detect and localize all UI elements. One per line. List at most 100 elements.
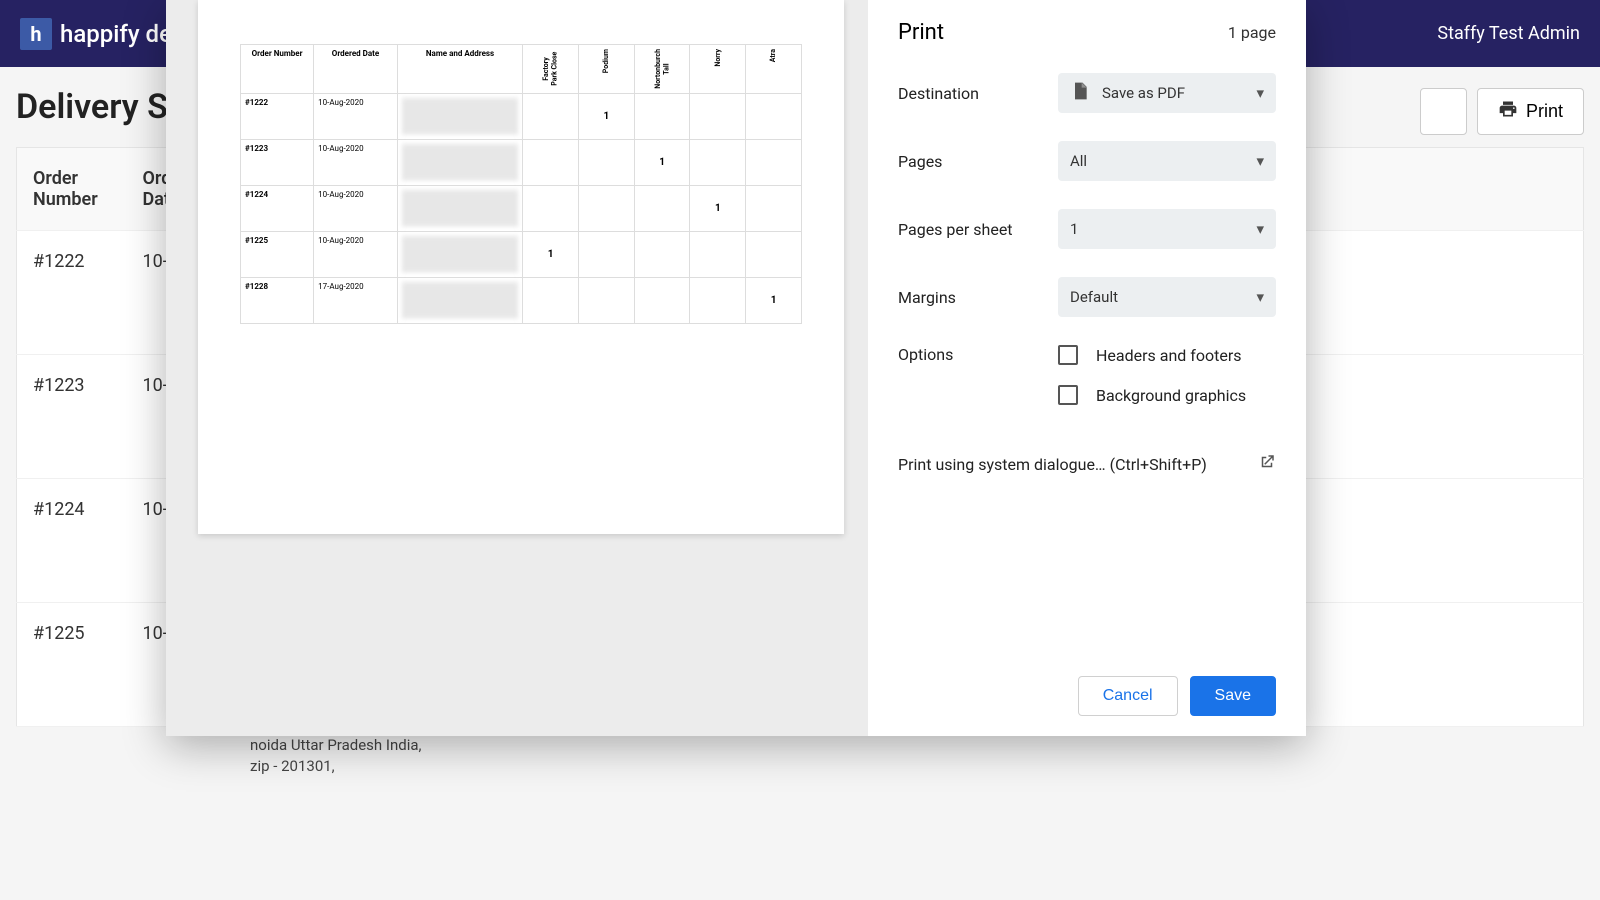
print-title: Print — [898, 20, 944, 45]
pv-qty — [634, 185, 690, 231]
pv-order: #1228 — [241, 277, 314, 323]
preview-row: #122310-Aug-20201 — [241, 139, 802, 185]
pv-qty — [746, 93, 802, 139]
pv-col-addr: Name and Address — [397, 45, 522, 94]
external-link-icon — [1258, 453, 1276, 475]
preview-table: Order Number Ordered Date Name and Addre… — [240, 44, 802, 324]
checkbox-bg-graphics[interactable]: Background graphics — [1058, 385, 1276, 405]
checkbox-label: Headers and footers — [1096, 346, 1242, 365]
pv-date: 10-Aug-2020 — [314, 231, 398, 277]
pv-addr — [397, 93, 522, 139]
pv-order: #1225 — [241, 231, 314, 277]
preview-row: #122410-Aug-2020 1 — [241, 185, 802, 231]
pv-qty — [523, 277, 579, 323]
toolbar-unknown-button[interactable] — [1420, 88, 1467, 135]
pps-value: 1 — [1070, 220, 1078, 238]
chevron-down-icon: ▾ — [1256, 152, 1264, 170]
label-pps: Pages per sheet — [898, 220, 1058, 239]
pv-qty — [746, 139, 802, 185]
app-logo: h happify de — [20, 18, 172, 50]
preview-row: #122817-Aug-2020 1 — [241, 277, 802, 323]
checkbox-icon — [1058, 385, 1078, 405]
pv-addr — [397, 277, 522, 323]
print-preview-pane[interactable]: Order Number Ordered Date Name and Addre… — [166, 0, 868, 736]
cell-order: #1225 — [17, 603, 127, 727]
label-destination: Destination — [898, 84, 1058, 103]
pages-select[interactable]: All ▾ — [1058, 141, 1276, 181]
checkbox-label: Background graphics — [1096, 386, 1246, 405]
pv-addr — [397, 231, 522, 277]
address-fragment: noida Uttar Pradesh India, zip - 201301, — [250, 735, 430, 777]
print-button[interactable]: Print — [1477, 88, 1584, 135]
print-settings-pane: Print 1 page Destination Save as PDF ▾ P… — [868, 0, 1306, 736]
print-system-dialog-link[interactable]: Print using system dialogue… (Ctrl+Shift… — [898, 453, 1276, 475]
cancel-button[interactable]: Cancel — [1078, 676, 1178, 716]
toolbar: Print — [1420, 88, 1584, 135]
pv-order: #1223 — [241, 139, 314, 185]
label-margins: Margins — [898, 288, 1058, 307]
print-icon — [1498, 99, 1518, 124]
pv-order: #1224 — [241, 185, 314, 231]
chevron-down-icon: ▾ — [1256, 288, 1264, 306]
pv-rotcol-0: Factory Park Close — [523, 45, 579, 94]
system-dialog-label: Print using system dialogue… (Ctrl+Shift… — [898, 455, 1207, 474]
pv-addr — [397, 139, 522, 185]
pv-date: 10-Aug-2020 — [314, 139, 398, 185]
label-options: Options — [898, 345, 1058, 364]
chevron-down-icon: ▾ — [1256, 84, 1264, 102]
pv-qty — [690, 93, 746, 139]
pv-rotcol-2: Nortonburch Tall — [634, 45, 690, 94]
checkbox-icon — [1058, 345, 1078, 365]
pv-rotcol-1: Podium — [578, 45, 634, 94]
pv-qty — [523, 185, 579, 231]
pv-qty — [523, 139, 579, 185]
pv-qty — [746, 231, 802, 277]
margins-value: Default — [1070, 288, 1118, 306]
pv-qty — [690, 277, 746, 323]
pv-qty — [578, 277, 634, 323]
pv-qty — [634, 277, 690, 323]
destination-select[interactable]: Save as PDF ▾ — [1058, 73, 1276, 113]
pv-qty — [578, 231, 634, 277]
pv-qty — [690, 231, 746, 277]
admin-user-label[interactable]: Staffy Test Admin — [1437, 23, 1580, 44]
preview-row: #122510-Aug-2020 1 — [241, 231, 802, 277]
cell-order: #1223 — [17, 355, 127, 479]
preview-sheet: Order Number Ordered Date Name and Addre… — [198, 0, 844, 534]
label-pages: Pages — [898, 152, 1058, 171]
pv-qty — [634, 231, 690, 277]
pages-value: All — [1070, 152, 1087, 170]
checkbox-headers-footers[interactable]: Headers and footers — [1058, 345, 1276, 365]
pv-rotcol-4: Atra — [746, 45, 802, 94]
pv-qty: 1 — [746, 277, 802, 323]
page-count-label: 1 page — [1228, 23, 1276, 42]
pv-qty: 1 — [690, 185, 746, 231]
margins-select[interactable]: Default ▾ — [1058, 277, 1276, 317]
save-button[interactable]: Save — [1190, 676, 1276, 716]
pv-qty — [634, 93, 690, 139]
pv-date: 10-Aug-2020 — [314, 93, 398, 139]
pv-order: #1222 — [241, 93, 314, 139]
pv-date: 17-Aug-2020 — [314, 277, 398, 323]
pdf-icon — [1070, 81, 1090, 105]
pv-qty — [690, 139, 746, 185]
pv-qty: 1 — [523, 231, 579, 277]
pv-col-date: Ordered Date — [314, 45, 398, 94]
pv-col-order: Order Number — [241, 45, 314, 94]
chevron-down-icon: ▾ — [1256, 220, 1264, 238]
cell-order: #1224 — [17, 479, 127, 603]
pv-date: 10-Aug-2020 — [314, 185, 398, 231]
preview-row: #122210-Aug-2020 1 — [241, 93, 802, 139]
pv-qty — [746, 185, 802, 231]
pv-qty — [578, 139, 634, 185]
pv-qty — [523, 93, 579, 139]
cell-order: #1222 — [17, 231, 127, 355]
destination-value: Save as PDF — [1102, 84, 1185, 102]
logo-mark: h — [20, 18, 52, 50]
print-modal: Order Number Ordered Date Name and Addre… — [166, 0, 1306, 736]
pv-rotcol-3: Norry — [690, 45, 746, 94]
pv-addr — [397, 185, 522, 231]
pages-per-sheet-select[interactable]: 1 ▾ — [1058, 209, 1276, 249]
pv-qty — [578, 185, 634, 231]
pv-qty: 1 — [578, 93, 634, 139]
